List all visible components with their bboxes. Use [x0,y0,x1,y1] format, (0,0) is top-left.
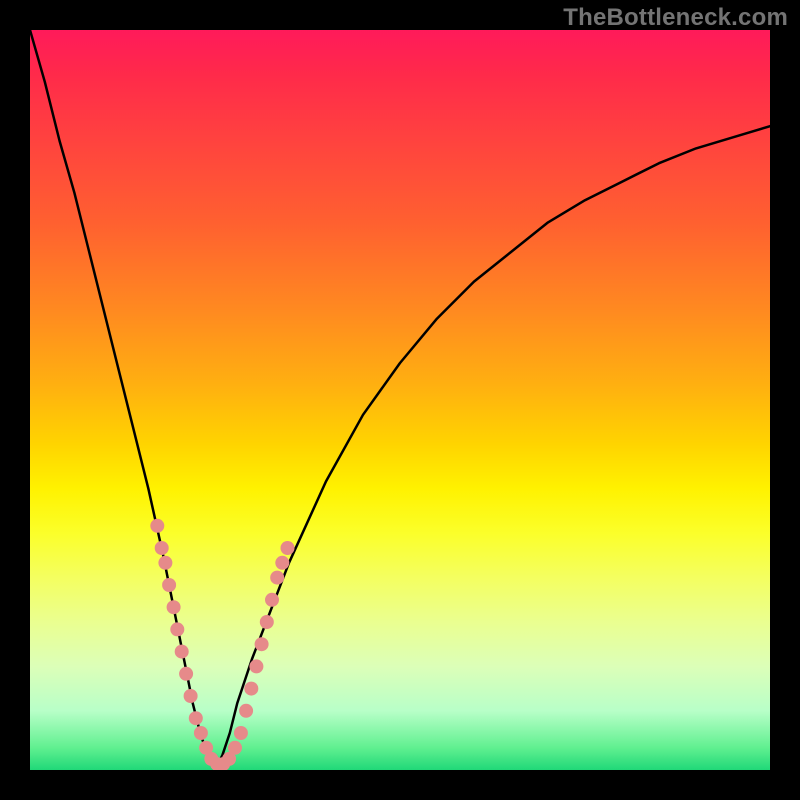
chart-frame: TheBottleneck.com [0,0,800,800]
highlight-dot [162,578,176,592]
highlight-dot [249,659,263,673]
highlight-dot [189,711,203,725]
highlight-dot [239,704,253,718]
highlight-dot [234,726,248,740]
curve-layer [30,30,770,770]
highlight-dot [179,667,193,681]
plot-area [30,30,770,770]
highlight-dot [260,615,274,629]
highlight-dot [150,519,164,533]
highlight-dot [155,541,169,555]
highlight-dot [184,689,198,703]
highlight-dot [158,556,172,570]
highlight-dot [228,741,242,755]
highlight-dot [281,541,295,555]
highlight-dot [167,600,181,614]
highlight-dot [265,593,279,607]
highlight-dot [270,571,284,585]
highlight-dot [244,682,258,696]
highlight-dots-group [150,519,294,770]
watermark-text: TheBottleneck.com [563,4,788,32]
highlight-dot [175,645,189,659]
highlight-dot [275,556,289,570]
highlight-dot [170,622,184,636]
highlight-dot [194,726,208,740]
bottleneck-curve [30,30,770,770]
highlight-dot [255,637,269,651]
